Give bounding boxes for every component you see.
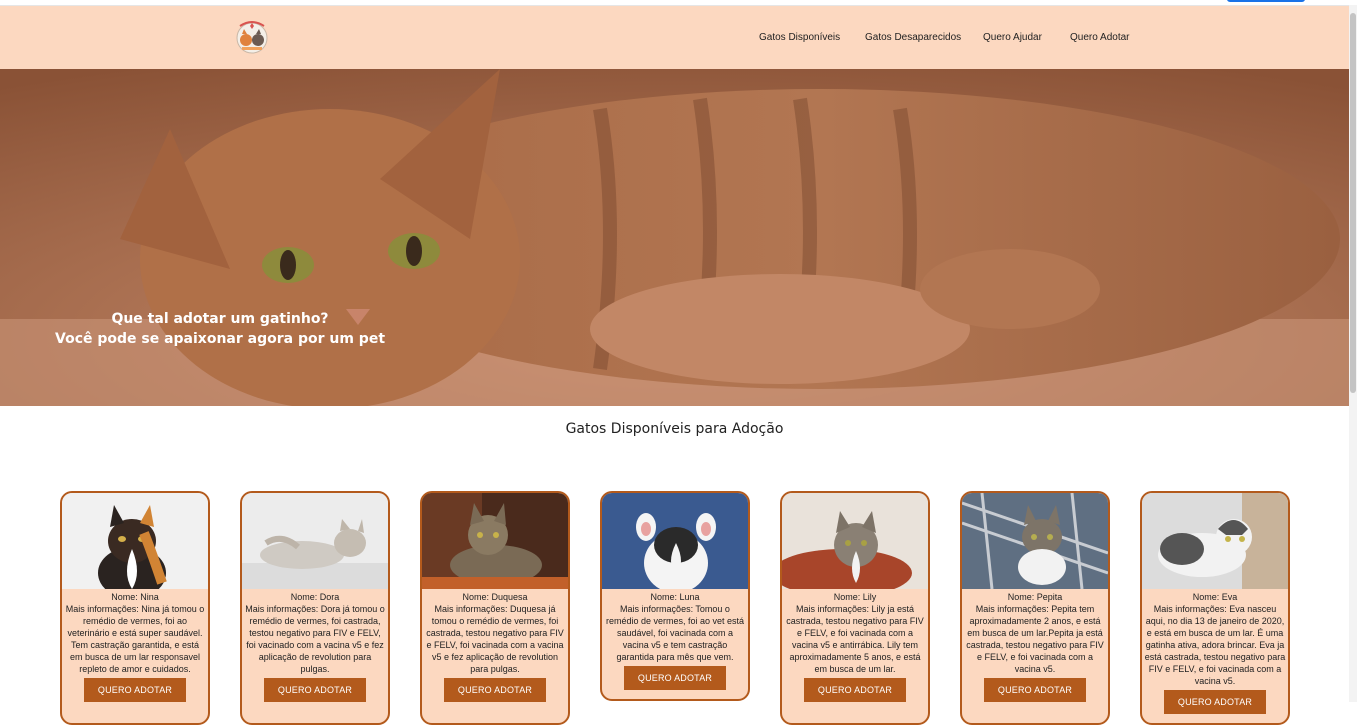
card-info: Mais informações: Pepita tem aproximadam… (966, 604, 1104, 674)
card-name: Nome: Luna (650, 592, 700, 602)
hero-banner: Que tal adotar um gatinho? Você pode se … (0, 69, 1349, 406)
cat-logo-icon[interactable] (234, 16, 270, 56)
card-name: Nome: Dora (290, 592, 340, 602)
page-scrollbar[interactable] (1349, 5, 1357, 702)
adopt-button[interactable]: QUERO ADOTAR (803, 678, 907, 702)
card-info: Mais informações: Eva nasceu aqui, no di… (1144, 604, 1286, 686)
hero-cat-image (0, 69, 1349, 406)
adopt-button[interactable]: QUERO ADOTAR (83, 678, 187, 702)
card-name: Nome: Lily (833, 592, 877, 602)
cat-card-eva: Nome: Eva Mais informações: Eva nasceu a… (1140, 491, 1290, 725)
card-info: Mais informações: Dora já tomou o remédi… (245, 604, 385, 674)
hero-text: Que tal adotar um gatinho? Você pode se … (55, 309, 385, 349)
adopt-button[interactable]: QUERO ADOTAR (623, 666, 727, 690)
cat-card-pepita: Nome: Pepita Mais informações: Pepita te… (960, 491, 1110, 725)
nav-gatos-desaparecidos[interactable]: Gatos Desaparecidos (865, 32, 961, 43)
card-name: Nome: Eva (1192, 592, 1238, 602)
cat-photo-nina (62, 493, 208, 589)
cat-card-lily: Nome: Lily Mais informações: Lily ja est… (780, 491, 930, 725)
cat-card-luna: Nome: Luna Mais informações: Tomou o rem… (600, 491, 750, 701)
scrollbar-thumb[interactable] (1350, 13, 1356, 393)
cat-card-duquesa: Nome: Duquesa Mais informações: Duquesa … (420, 491, 570, 725)
adopt-button[interactable]: QUERO ADOTAR (983, 678, 1087, 702)
card-info: Mais informações: Lily ja está castrada,… (786, 604, 924, 674)
nav-gatos-disponiveis[interactable]: Gatos Disponíveis (759, 32, 840, 43)
cat-card-nina: Nome: Nina Mais informações: Nina já tom… (60, 491, 210, 725)
hero-line-2: Você pode se apaixonar agora por um pet (55, 331, 386, 347)
card-name: Nome: Duquesa (462, 592, 528, 602)
browser-button[interactable] (1227, 0, 1305, 2)
cat-photo-luna (602, 493, 748, 589)
card-name: Nome: Nina (111, 592, 159, 602)
section-title: Gatos Disponíveis para Adoção (565, 421, 784, 437)
cat-photo-pepita (962, 493, 1108, 589)
cat-card-dora: Nome: Dora Mais informações: Dora já tom… (240, 491, 390, 725)
cat-photo-eva (1142, 493, 1288, 589)
card-info: Mais informações: Nina já tomou o remédi… (65, 604, 205, 674)
card-info: Mais informações: Duquesa já tomou o rem… (426, 604, 564, 674)
card-name: Nome: Pepita (1007, 592, 1063, 602)
adopt-button[interactable]: QUERO ADOTAR (1163, 690, 1267, 714)
nav-quero-ajudar[interactable]: Quero Ajudar (983, 32, 1042, 43)
cat-photo-dora (242, 493, 388, 589)
adopt-button[interactable]: QUERO ADOTAR (263, 678, 367, 702)
card-info: Mais informações: Tomou o remédio de ver… (605, 604, 745, 662)
nav-quero-adotar[interactable]: Quero Adotar (1070, 32, 1129, 43)
navbar: Gatos Disponíveis Gatos Desaparecidos Qu… (0, 6, 1349, 69)
adopt-button[interactable]: QUERO ADOTAR (443, 678, 547, 702)
cat-photo-duquesa (422, 493, 568, 589)
hero-line-1: Que tal adotar um gatinho? (111, 311, 329, 327)
cat-photo-lily (782, 493, 928, 589)
